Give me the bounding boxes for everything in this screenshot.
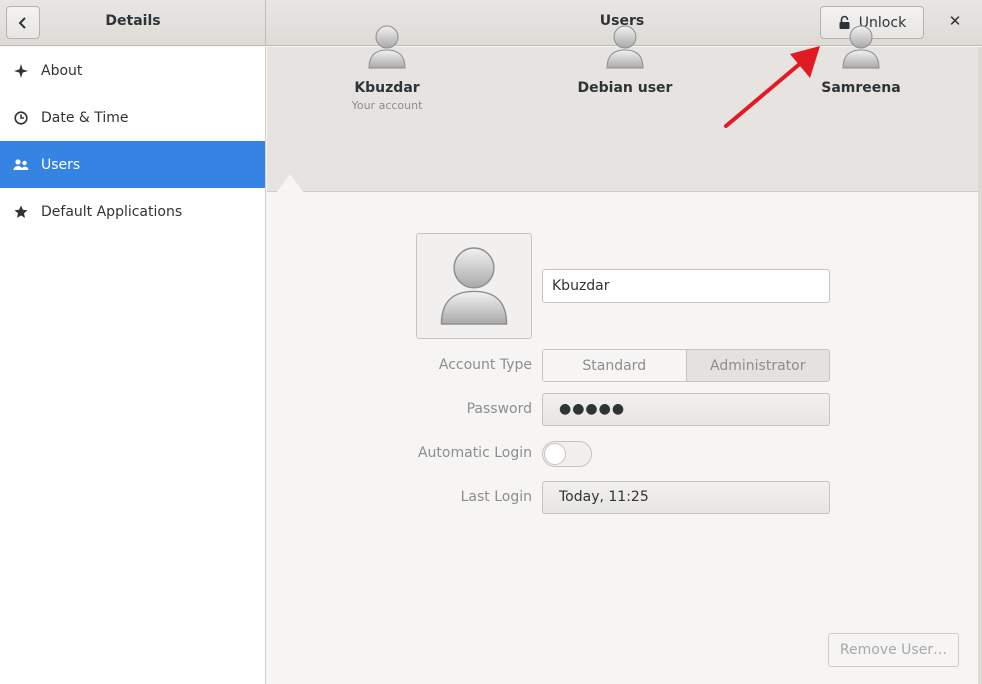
password-label: Password xyxy=(466,401,532,417)
chevron-left-icon xyxy=(18,16,26,29)
back-button[interactable] xyxy=(6,6,40,39)
user-avatar-icon xyxy=(368,25,406,69)
automatic-login-switch[interactable] xyxy=(542,441,592,467)
automatic-login-label: Automatic Login xyxy=(417,445,532,461)
switch-knob xyxy=(544,443,566,465)
sidebar-title: Details xyxy=(105,13,161,29)
sidebar-item-date-time[interactable]: Date & Time xyxy=(0,94,265,141)
password-button[interactable]: ●●●●● xyxy=(542,393,830,426)
account-type-label: Account Type xyxy=(438,357,532,373)
carousel-selection-notch xyxy=(276,174,304,193)
user-avatar-icon xyxy=(842,25,880,69)
sidebar-item-about[interactable]: About xyxy=(0,47,265,94)
account-type-selector[interactable]: Standard Administrator xyxy=(542,349,830,382)
user-avatar-icon xyxy=(606,25,644,69)
settings-window: Details Users Unlock ✕ About Date & Time xyxy=(0,0,982,684)
window-edge xyxy=(978,47,982,684)
carousel-user-kbuzdar[interactable]: Kbuzdar Your account xyxy=(302,24,472,112)
last-login-button[interactable]: Today, 11:25 xyxy=(542,481,830,514)
sidebar-header: Details xyxy=(0,0,266,46)
last-login-label: Last Login xyxy=(460,489,532,505)
account-type-administrator-option[interactable]: Administrator xyxy=(686,350,829,381)
carousel-user-name: Debian user xyxy=(577,80,673,96)
password-value: ●●●●● xyxy=(559,401,626,417)
sidebar-item-label: About xyxy=(41,62,83,79)
sidebar-item-label: Default Applications xyxy=(41,203,183,220)
sparkle-icon xyxy=(12,62,30,80)
user-avatar-button[interactable] xyxy=(416,233,532,339)
clock-icon xyxy=(12,109,30,127)
sidebar-item-label: Users xyxy=(41,156,81,173)
full-name-field[interactable]: Kbuzdar xyxy=(542,269,830,303)
account-type-standard-option[interactable]: Standard xyxy=(543,350,687,381)
sidebar-item-label: Date & Time xyxy=(41,109,129,126)
annotation-arrow-icon xyxy=(724,46,820,128)
star-icon xyxy=(12,203,30,221)
carousel-user-name: Kbuzdar xyxy=(354,80,420,96)
carousel-user-debian-user[interactable]: Debian user xyxy=(540,24,710,96)
sidebar: About Date & Time Users Default Applicat… xyxy=(0,47,266,684)
close-icon: ✕ xyxy=(948,12,962,30)
carousel-user-subtitle: Your account xyxy=(351,99,423,112)
sidebar-item-default-applications[interactable]: Default Applications xyxy=(0,188,265,235)
last-login-value: Today, 11:25 xyxy=(559,489,649,505)
user-avatar-icon xyxy=(440,247,508,325)
users-icon xyxy=(12,156,30,174)
remove-user-button[interactable]: Remove User… xyxy=(828,633,959,667)
sidebar-item-users[interactable]: Users xyxy=(0,141,265,188)
